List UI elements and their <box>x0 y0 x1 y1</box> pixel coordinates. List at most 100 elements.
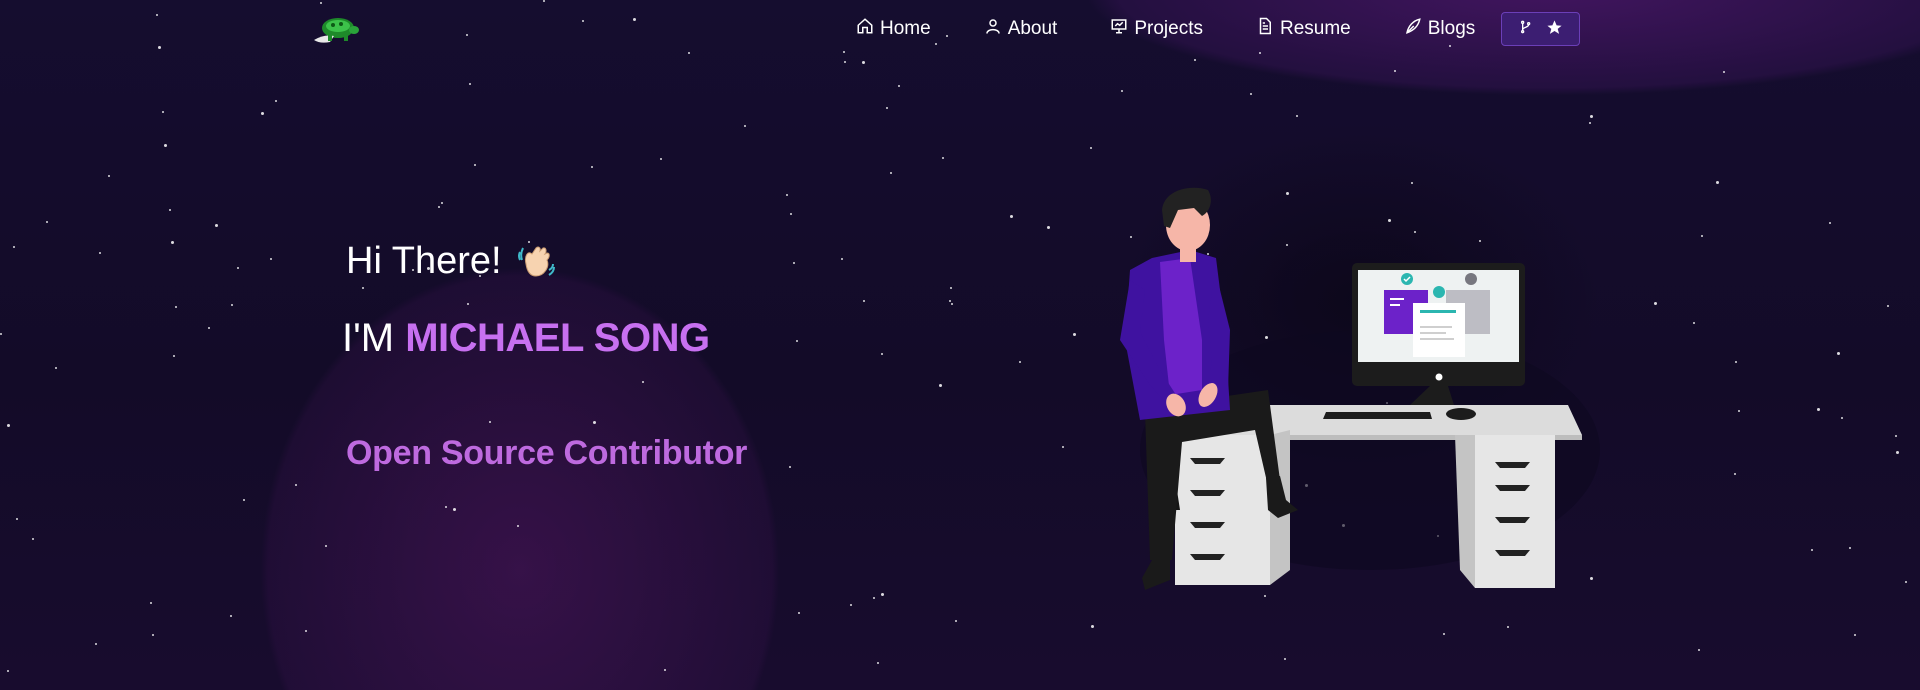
star-dot <box>886 107 888 109</box>
star-dot <box>453 508 456 511</box>
star-dot <box>939 384 942 387</box>
quill-icon <box>1404 17 1422 41</box>
star-dot <box>489 421 491 423</box>
star-dot <box>243 499 245 501</box>
star-dot <box>881 593 884 596</box>
star-dot <box>1062 446 1064 448</box>
star-dot <box>152 634 154 636</box>
star-dot <box>881 353 883 355</box>
star-dot <box>164 144 167 147</box>
star-dot <box>1723 71 1725 73</box>
nav-projects[interactable]: Projects <box>1110 13 1203 45</box>
star-dot <box>1738 410 1740 412</box>
star-dot <box>591 166 593 168</box>
star-dot <box>474 164 476 166</box>
star-dot <box>873 597 875 599</box>
star-dot <box>664 669 666 671</box>
presentation-icon <box>1110 17 1128 41</box>
star-dot <box>789 466 791 468</box>
home-icon <box>856 17 874 41</box>
star-dot <box>1654 302 1657 305</box>
star-dot <box>441 202 443 204</box>
star-dot <box>173 355 175 357</box>
star-dot <box>162 111 164 113</box>
star-dot <box>46 221 48 223</box>
developer-at-desk-illustration <box>1090 180 1610 630</box>
github-fork-star-button[interactable] <box>1501 12 1581 46</box>
star-dot <box>1841 417 1843 419</box>
nav-about-label: About <box>1007 18 1058 39</box>
star-dot <box>208 327 210 329</box>
star-dot <box>305 630 307 632</box>
star-dot <box>1701 235 1703 237</box>
star-dot <box>863 300 865 302</box>
star-dot <box>55 367 57 369</box>
star-dot <box>275 100 277 102</box>
star-dot <box>1854 634 1856 636</box>
star-dot <box>1589 122 1591 124</box>
star-dot <box>786 194 788 196</box>
star-dot <box>467 303 469 305</box>
star-dot <box>850 604 852 606</box>
git-fork-icon <box>1518 19 1534 39</box>
star-dot <box>950 287 952 289</box>
star-dot <box>1905 581 1907 583</box>
star-dot <box>793 262 795 264</box>
star-dot <box>1693 322 1695 324</box>
intro-prefix: I'M <box>342 316 406 360</box>
nav-projects-label: Projects <box>1134 18 1203 39</box>
star-dot <box>790 213 792 215</box>
star-dot <box>438 206 440 208</box>
nav-about[interactable]: About <box>984 13 1058 45</box>
nav-blogs-label: Blogs <box>1427 18 1476 39</box>
intro-name-line: I'M MICHAEL SONG <box>342 316 710 361</box>
star-dot <box>955 620 957 622</box>
star-dot <box>1849 547 1851 549</box>
star-dot <box>1735 361 1737 363</box>
star-dot <box>1887 305 1889 307</box>
star-dot <box>362 287 364 289</box>
star-dot <box>108 175 110 177</box>
greeting-text: Hi There! <box>346 240 502 282</box>
star-dot <box>796 340 798 342</box>
star-dot <box>862 61 865 64</box>
star-dot <box>1019 361 1021 363</box>
star-dot <box>1047 226 1050 229</box>
star-dot <box>270 258 272 260</box>
star-icon <box>1546 19 1563 40</box>
star-dot <box>215 224 218 227</box>
star-dot <box>898 85 900 87</box>
star-dot <box>261 112 264 115</box>
star-dot <box>951 303 953 305</box>
star-dot <box>13 246 15 248</box>
star-dot <box>1895 435 1897 437</box>
person-name: MICHAEL SONG <box>405 316 710 360</box>
star-dot <box>844 61 846 63</box>
nav-resume-label: Resume <box>1279 18 1351 39</box>
star-dot <box>798 612 800 614</box>
nav-resume[interactable]: Resume <box>1256 13 1351 45</box>
greeting: Hi There! <box>346 240 556 283</box>
star-dot <box>1394 70 1396 72</box>
star-dot <box>32 538 34 540</box>
star-dot <box>949 300 951 302</box>
star-dot <box>169 209 171 211</box>
star-dot <box>295 484 297 486</box>
document-icon <box>1256 17 1274 41</box>
star-dot <box>99 252 101 254</box>
star-dot <box>7 670 9 672</box>
star-dot <box>942 157 944 159</box>
star-dot <box>1734 473 1736 475</box>
starfield <box>0 0 1920 690</box>
star-dot <box>150 602 152 604</box>
star-dot <box>0 333 2 335</box>
nav-blogs[interactable]: Blogs <box>1404 13 1476 45</box>
star-dot <box>469 83 471 85</box>
star-dot <box>230 615 232 617</box>
star-dot <box>1121 90 1123 92</box>
waving-hand-icon <box>516 242 556 282</box>
turtle-logo-icon[interactable] <box>306 12 362 46</box>
star-dot <box>1443 633 1445 635</box>
nav-home[interactable]: Home <box>856 13 931 45</box>
star-dot <box>175 306 177 308</box>
